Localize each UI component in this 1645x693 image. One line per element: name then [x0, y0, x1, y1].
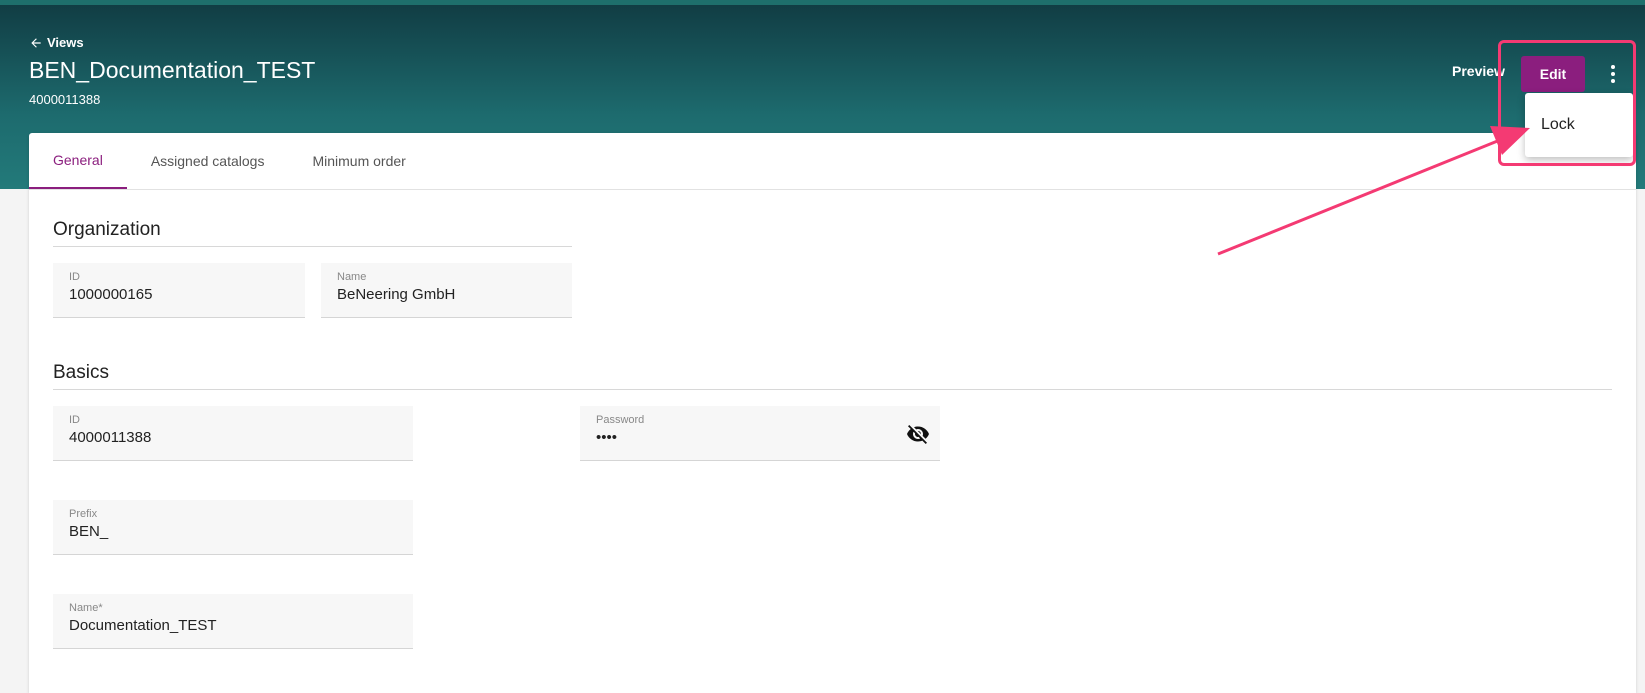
prefix-field[interactable]: Prefix BEN_	[53, 500, 413, 555]
arrow-left-icon	[31, 37, 41, 48]
name-field[interactable]: Name* Documentation_TEST	[53, 594, 413, 649]
back-to-views-link[interactable]: Views	[29, 35, 84, 50]
page-title: BEN_Documentation_TEST	[29, 57, 316, 83]
field-value: 1000000165	[69, 286, 153, 303]
field-label: Prefix	[69, 508, 98, 520]
eye-off-icon[interactable]	[906, 422, 930, 446]
field-value: ••••	[596, 429, 618, 446]
field-value: 4000011388	[69, 429, 152, 446]
password-field[interactable]: Password ••••	[580, 406, 940, 461]
basics-divider	[53, 389, 1612, 390]
page-subtitle: 4000011388	[29, 92, 101, 107]
basics-section-title: Basics	[53, 362, 109, 383]
tab-minimum-order[interactable]: Minimum order	[288, 133, 429, 189]
basics-id-field[interactable]: ID 4000011388	[53, 406, 413, 461]
tab-assigned-catalogs[interactable]: Assigned catalogs	[127, 133, 289, 189]
annotation-highlight-box	[1498, 40, 1636, 166]
field-label: Name*	[69, 602, 103, 614]
details-card: General Assigned catalogs Minimum order …	[29, 133, 1636, 693]
field-label: ID	[69, 414, 80, 426]
field-label: Password	[596, 414, 645, 426]
tab-general[interactable]: General	[29, 133, 127, 189]
organization-divider	[53, 246, 572, 247]
organization-id-field[interactable]: ID 1000000165	[53, 263, 305, 318]
field-value: BEN_	[69, 523, 109, 540]
organization-section-title: Organization	[53, 219, 161, 240]
organization-name-field[interactable]: Name BeNeering GmbH	[321, 263, 572, 318]
field-label: Name	[337, 271, 367, 283]
tab-bar: General Assigned catalogs Minimum order	[29, 133, 1636, 190]
field-value: Documentation_TEST	[69, 617, 217, 634]
field-label: ID	[69, 271, 80, 283]
field-value: BeNeering GmbH	[337, 286, 456, 303]
back-link-label: Views	[47, 35, 84, 50]
preview-button[interactable]: Preview	[1452, 63, 1505, 79]
